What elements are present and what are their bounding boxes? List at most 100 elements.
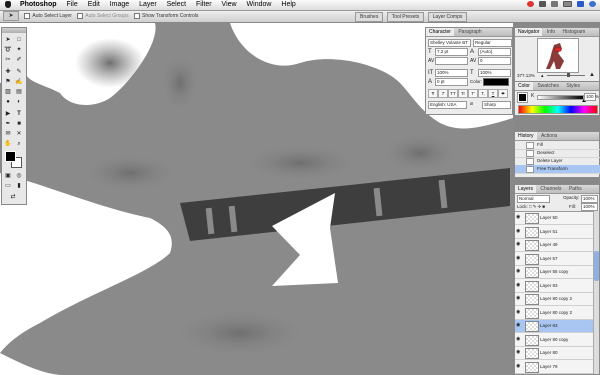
layer-row[interactable]: ◉ Layer 50	[515, 212, 599, 225]
zoom-slider-track[interactable]	[547, 75, 585, 76]
font-family-field[interactable]: Shelley Volante BT	[428, 39, 471, 47]
move-tool-preset-icon[interactable]: ➤	[3, 11, 19, 21]
slice-tool-icon[interactable]: ✐	[14, 56, 24, 65]
flag-icon[interactable]	[577, 1, 585, 8]
layer-row[interactable]: ◉ Layer 55 copy	[515, 266, 599, 279]
type-tool-icon[interactable]: T	[14, 110, 24, 119]
well-tab-tool-presets[interactable]: Tool Presets	[386, 12, 425, 22]
magic-wand-tool-icon[interactable]: ✦	[14, 46, 24, 55]
quick-mask-off-icon[interactable]: ▣	[3, 172, 13, 181]
pen-tool-icon[interactable]: ✒	[3, 120, 13, 129]
menu-layer[interactable]: Layer	[135, 0, 161, 10]
history-brush-tool-icon[interactable]: ✍	[14, 78, 24, 87]
superscript-button[interactable]: T'	[468, 89, 478, 98]
screen-mode-full-icon[interactable]: ▮	[14, 182, 24, 191]
visibility-eye-icon[interactable]: ◉	[516, 336, 522, 342]
apple-menu-icon[interactable]	[5, 0, 11, 8]
layer-name[interactable]: Layer 80 copy 2	[540, 307, 572, 319]
shape-tool-icon[interactable]: ■	[14, 120, 24, 129]
jump-to-imageready-icon[interactable]: ⇄	[8, 193, 18, 202]
navigator-zoom-value[interactable]: 377.13%	[517, 73, 535, 78]
gradient-tool-icon[interactable]: ▤	[14, 88, 24, 97]
tab-info[interactable]: Info	[544, 28, 558, 36]
layer-row[interactable]: ◉ Layer 80 copy	[515, 334, 599, 347]
layer-name[interactable]: Layer 83	[540, 280, 558, 292]
menu-help[interactable]: Help	[277, 0, 299, 10]
layer-row[interactable]: ◉ Layer 57	[515, 253, 599, 266]
blend-mode-select[interactable]: Normal	[517, 195, 550, 203]
tab-swatches[interactable]: Swatches	[534, 82, 562, 90]
screen-mode-standard-icon[interactable]: ▭	[3, 182, 13, 191]
k-slider-track[interactable]	[537, 95, 584, 100]
well-tab-layer-comps[interactable]: Layer Comps	[427, 12, 468, 22]
menu-select[interactable]: Select	[163, 0, 190, 10]
auto-select-groups-checkbox[interactable]	[77, 13, 84, 19]
visibility-eye-icon[interactable]: ◉	[516, 282, 522, 288]
strikethrough-button[interactable]: T	[498, 89, 508, 98]
visibility-eye-icon[interactable]: ◉	[516, 228, 522, 234]
subscript-button[interactable]: T,	[478, 89, 488, 98]
language-field[interactable]: English: USA	[428, 101, 467, 109]
layer-name[interactable]: Layer 51	[540, 226, 558, 238]
menu-edit[interactable]: Edit	[84, 0, 104, 10]
notes-tool-icon[interactable]: ✉	[3, 130, 13, 139]
layer-name[interactable]: Layer 55 copy	[540, 266, 568, 278]
anti-alias-field[interactable]: Sharp	[482, 101, 511, 109]
zoom-in-icon[interactable]: ▲	[589, 72, 595, 78]
visibility-eye-icon[interactable]: ◉	[516, 255, 522, 261]
tab-character[interactable]: Character	[426, 28, 454, 36]
layer-name[interactable]: Layer 80 copy	[540, 334, 568, 346]
visibility-eye-icon[interactable]: ◉	[516, 350, 522, 355]
layer-row[interactable]: ◉ Layer 49	[515, 239, 599, 252]
menu-view[interactable]: View	[218, 0, 241, 10]
brush-tool-icon[interactable]: ✎	[14, 68, 24, 77]
layer-name[interactable]: Layer 49	[540, 239, 558, 251]
visibility-eye-icon[interactable]: ◉	[516, 215, 522, 220]
well-tab-brushes[interactable]: Brushes	[355, 12, 384, 22]
layer-row[interactable]: ◉ Layer 80 copy 2	[515, 307, 599, 320]
toolbox-titlebar[interactable]	[2, 28, 26, 33]
zoom-slider-handle[interactable]	[567, 73, 570, 77]
move-tool-icon[interactable]: ➤	[3, 36, 13, 45]
horizontal-scale-field[interactable]: 100%	[478, 69, 511, 77]
faux-italic-button[interactable]: T	[438, 89, 448, 98]
bluetooth-icon[interactable]	[527, 1, 535, 8]
menu-file[interactable]: File	[62, 0, 81, 10]
eyedropper-tool-icon[interactable]: ✕	[14, 130, 24, 139]
color-panel-fg-swatch[interactable]	[517, 92, 528, 103]
all-caps-button[interactable]: TT	[448, 89, 458, 98]
battery-icon[interactable]	[563, 1, 573, 8]
path-selection-tool-icon[interactable]: ▶	[3, 110, 13, 119]
visibility-eye-icon[interactable]: ◉	[516, 296, 522, 301]
eraser-tool-icon[interactable]: ▨	[3, 88, 13, 97]
navigator-thumbnail[interactable]	[537, 38, 579, 73]
menu-filter[interactable]: Filter	[192, 0, 216, 10]
menu-image[interactable]: Image	[106, 0, 133, 10]
layer-name[interactable]: Layer 79	[540, 361, 558, 373]
tab-styles[interactable]: Styles	[563, 82, 583, 90]
dodge-tool-icon[interactable]: ◐	[14, 98, 24, 107]
tab-actions[interactable]: Actions	[538, 132, 560, 140]
tab-paths[interactable]: Paths	[566, 185, 585, 193]
tab-histogram[interactable]: Histogram	[560, 28, 589, 36]
kerning-field[interactable]	[435, 57, 468, 65]
visibility-eye-icon[interactable]: ◉	[516, 242, 522, 247]
menu-app-name[interactable]: Photoshop	[16, 0, 61, 10]
faux-bold-button[interactable]: T	[428, 89, 438, 98]
color-ramp[interactable]	[518, 105, 598, 114]
tab-paragraph[interactable]: Paragraph	[455, 28, 484, 36]
hand-tool-icon[interactable]: ✋	[3, 140, 13, 149]
zoom-tool-icon[interactable]: ⌕	[14, 140, 24, 149]
text-color-swatch[interactable]	[483, 78, 509, 86]
history-item[interactable]: Free Transform	[515, 165, 600, 174]
auto-select-layer-checkbox[interactable]	[24, 13, 31, 19]
tab-navigator[interactable]: Navigator	[515, 28, 543, 36]
tab-history[interactable]: History	[515, 132, 537, 140]
layer-name[interactable]: Layer 57	[540, 253, 558, 265]
foreground-color-swatch[interactable]	[5, 151, 16, 162]
fill-field[interactable]: 100%	[581, 203, 598, 211]
underline-button[interactable]: T	[488, 89, 498, 98]
leading-field[interactable]: (Auto)	[478, 48, 511, 56]
vertical-scale-field[interactable]: 100%	[435, 69, 468, 77]
layer-row[interactable]: ◉ Layer 83	[515, 280, 599, 293]
